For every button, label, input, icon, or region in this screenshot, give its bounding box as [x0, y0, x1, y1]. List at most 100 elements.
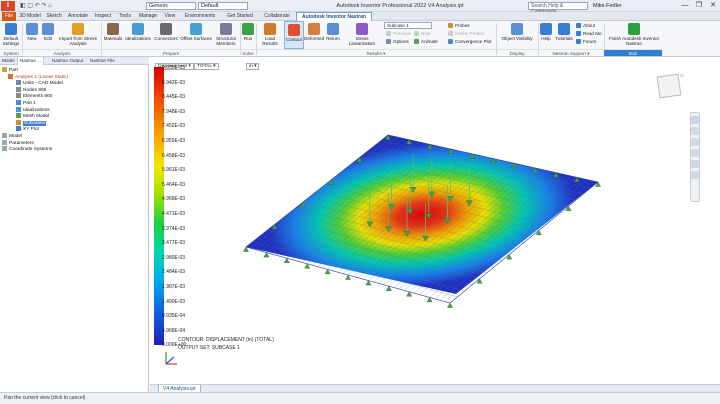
tree-item-analysis[interactable]: Analysis 1 (Linear Static) — [2, 73, 147, 81]
user-account[interactable]: Mike.Fedler — [593, 2, 633, 10]
look-at-icon[interactable] — [691, 160, 699, 168]
next-label: Next — [421, 31, 431, 36]
deformed-button[interactable]: Deformed — [304, 21, 324, 49]
tab-sketch[interactable]: Sketch — [44, 12, 64, 21]
edit-label: Edit — [44, 36, 52, 41]
tree-item-nodes[interactable]: Nodes 908 — [2, 86, 147, 94]
default-settings-label: Default Settings — [2, 36, 20, 46]
navigation-bar[interactable] — [690, 112, 700, 202]
offset-surfaces-button[interactable]: Offset Surfaces — [180, 21, 212, 49]
fixed-constraint-icon — [476, 278, 483, 284]
viewcube[interactable] — [656, 73, 682, 99]
tab-file[interactable]: File — [2, 12, 16, 21]
import-label: Import from Stress Analysis — [59, 36, 97, 46]
search-input[interactable]: Search Help & Commands... — [528, 2, 588, 15]
delete-probes-button[interactable]: Delete Probes — [448, 30, 484, 37]
new-analysis-button[interactable]: New — [24, 21, 40, 49]
help-button[interactable]: Help — [539, 21, 553, 49]
zoom-all-icon[interactable] — [691, 171, 699, 179]
about-button[interactable]: About — [576, 22, 595, 29]
contour-icon — [288, 24, 300, 36]
group-display: Display — [496, 49, 538, 56]
minimize-icon[interactable]: — — [678, 1, 692, 11]
edit-analysis-button[interactable]: Edit — [40, 21, 56, 49]
tree-item-elements[interactable]: Elements 800 — [2, 93, 147, 100]
return-button[interactable]: Return — [324, 21, 342, 49]
tab-collaborate[interactable]: Collaborate — [260, 12, 294, 21]
graphics-viewport[interactable]: Displacement ▾ TOTAL ▾ in ▾ 9.935E-03 8.… — [150, 57, 720, 384]
finish-nastran-button[interactable]: Finish Autodesk Inventor Nastran — [606, 21, 662, 49]
group-system: System — [0, 49, 22, 56]
coordinate-triad — [165, 352, 177, 365]
tree-item-label: Mesh Model — [23, 114, 50, 120]
home-icon[interactable]: ⌂ — [680, 73, 686, 79]
contour-button[interactable]: Contour — [284, 21, 304, 49]
tab-tools[interactable]: Tools — [116, 12, 134, 21]
close-icon[interactable]: ✕ — [706, 1, 720, 11]
import-from-stress-analysis-button[interactable]: Import from Stress Analysis — [56, 21, 100, 49]
idealizations-button[interactable]: Idealizations — [124, 21, 152, 49]
browser-tab-nastran[interactable]: Nastran ... — [17, 57, 45, 65]
animate-button[interactable]: Animate — [414, 38, 438, 45]
fixed-constraint-icon — [506, 254, 513, 260]
stress-linearization-button[interactable]: Stress Linearization — [342, 21, 382, 49]
tab-autodesk-inventor-nastran[interactable]: Autodesk Inventor Nastran — [296, 12, 372, 21]
browser-tab-model[interactable]: Model — [0, 57, 17, 65]
inventor-app-icon[interactable]: I — [1, 1, 15, 11]
tree-item-parameters[interactable]: Parameters — [2, 139, 147, 147]
tree-item-part[interactable]: Part — [2, 67, 147, 74]
load-results-button[interactable]: Load Results — [257, 21, 283, 49]
browser-tab-nastran-output[interactable]: Nastran Output — [50, 57, 85, 65]
previous-button[interactable]: Previous — [386, 30, 411, 37]
tree-item-part1[interactable]: Part 1 — [2, 99, 147, 107]
probes-icon — [448, 23, 453, 28]
connectors-label: Connectors — [154, 36, 178, 41]
tab-3d-model[interactable]: 3D Model — [18, 12, 42, 21]
read-me-button[interactable]: Read Me — [576, 30, 602, 37]
materials-button[interactable]: Materials — [102, 21, 124, 49]
tree-item-subcases[interactable]: Subcases — [2, 119, 147, 127]
connectors-button[interactable]: Connectors — [152, 21, 180, 49]
structural-members-button[interactable]: Structural Members — [212, 21, 240, 49]
window-title: Autodesk Inventor Professional 2022 V4 A… — [336, 3, 464, 9]
tree-item-units[interactable]: Units - CAD Model — [2, 80, 147, 87]
tree-item-idealizations[interactable]: Idealizations — [2, 106, 147, 114]
object-visibility-button[interactable]: Object Visibility — [498, 21, 536, 49]
idealizations-icon — [16, 106, 21, 112]
tab-manage[interactable]: Manage — [136, 12, 160, 21]
group-results[interactable]: Results ▾ — [256, 49, 496, 56]
default-settings-button[interactable]: Default Settings — [2, 21, 20, 49]
tree-item-label: Parameters — [9, 140, 34, 146]
next-button[interactable]: Next — [414, 30, 430, 37]
run-button[interactable]: Run — [241, 21, 255, 49]
tree-item-model[interactable]: Model — [2, 132, 147, 140]
browser-tab-nastran-file[interactable]: Nastran File — [88, 57, 117, 65]
subcase-dropdown[interactable]: Subcase 1 — [384, 22, 432, 29]
material-dropdown[interactable]: Generic — [146, 2, 196, 10]
tab-view[interactable]: View — [162, 12, 178, 21]
tab-annotate[interactable]: Annotate — [66, 12, 90, 21]
steering-wheel-icon[interactable] — [691, 116, 699, 124]
tree-item-coordinate-systems[interactable]: Coordinate Systems — [2, 146, 147, 153]
forum-button[interactable]: Forum — [576, 38, 596, 45]
quick-access-icons[interactable]: ◧ ▢ ↶ ↷ ⌂ — [20, 1, 52, 11]
tree-item-xy-plot[interactable]: XY Plot — [2, 126, 147, 133]
group-nastran-support[interactable]: Nastran Support ▾ — [538, 49, 604, 56]
next-icon — [414, 31, 419, 36]
fea-contour-plot[interactable] — [150, 57, 720, 384]
pan-icon[interactable] — [691, 127, 699, 135]
probes-button[interactable]: Probes — [448, 22, 470, 29]
maximize-icon[interactable]: ❐ — [692, 1, 706, 11]
help-icon — [540, 23, 552, 35]
appearance-dropdown[interactable]: Default — [198, 2, 248, 10]
tab-get-started[interactable]: Get Started — [222, 12, 258, 21]
orbit-icon[interactable] — [691, 149, 699, 157]
tab-environments[interactable]: Environments — [180, 12, 220, 21]
convergence-plot-button[interactable]: Convergence Plot — [448, 38, 492, 45]
animate-label: Animate — [421, 39, 438, 44]
zoom-icon[interactable] — [691, 138, 699, 146]
tree-item-mesh-model[interactable]: Mesh Model — [2, 113, 147, 120]
tab-inspect[interactable]: Inspect — [92, 12, 114, 21]
options-button[interactable]: Options — [386, 38, 409, 45]
tutorials-button[interactable]: Tutorials — [554, 21, 574, 49]
